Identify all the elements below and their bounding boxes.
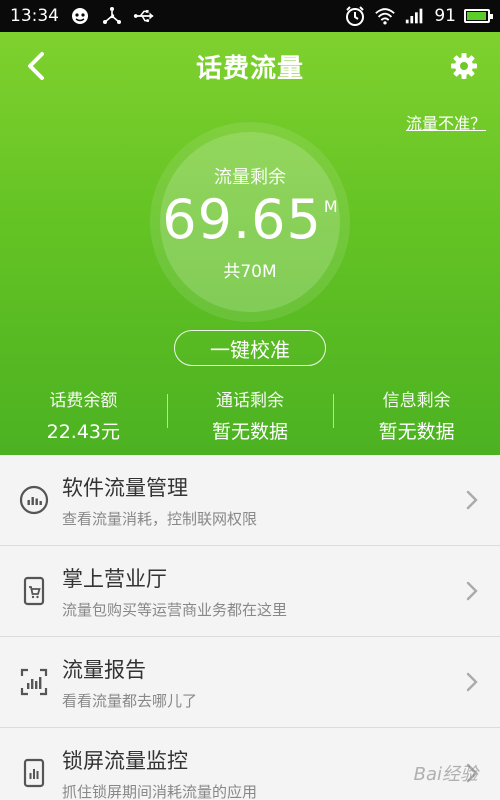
list-item-subtitle: 抓住锁屏期间消耗流量的应用 [62, 782, 258, 800]
watermark: Bai经验 [413, 764, 478, 785]
list-item-traffic-report[interactable]: 流量报告 看看流量都去哪儿了 [0, 637, 500, 728]
total-traffic: 共70M [223, 261, 277, 282]
list-item-mobile-store[interactable]: 掌上营业厅 流量包购买等运营商业务都在这里 [0, 546, 500, 637]
list-item-title: 锁屏流量监控 [62, 748, 188, 773]
stat-value: 暂无数据 [378, 421, 455, 443]
battery-icon [464, 9, 493, 23]
gear-icon [451, 53, 477, 79]
stat-label: 信息剩余 [382, 391, 451, 411]
chevron-left-icon [28, 52, 44, 80]
list-item-title: 流量报告 [62, 657, 146, 682]
list-item-title: 软件流量管理 [62, 475, 188, 500]
chevron-right-icon [462, 581, 482, 601]
alarm-icon [344, 5, 366, 27]
list-item-title: 掌上营业厅 [62, 566, 167, 591]
stat-balance: 话费余额 22.43元 [0, 380, 167, 450]
status-time: 13:34 [10, 6, 59, 26]
list-item-subtitle: 看看流量都去哪儿了 [62, 691, 198, 710]
wifi-icon [374, 5, 396, 27]
chevron-right-icon [462, 490, 482, 510]
chevron-right-icon [462, 672, 482, 692]
gauge-label: 流量剩余 [214, 166, 286, 188]
battery-percent: 91 [434, 6, 456, 26]
stat-value: 暂无数据 [212, 421, 289, 443]
wechat-icon [69, 5, 91, 27]
list-item-subtitle: 流量包购买等运营商业务都在这里 [62, 600, 288, 619]
stat-sms-remaining: 信息剩余 暂无数据 [333, 380, 500, 450]
status-bar: 13:34 91 [0, 0, 500, 32]
stat-label: 话费余额 [49, 391, 118, 411]
back-button[interactable] [18, 48, 54, 84]
stat-value: 22.43元 [46, 421, 121, 443]
report-icon [18, 666, 50, 698]
lockscreen-monitor-icon [18, 757, 50, 789]
page-title: 话费流量 [195, 53, 304, 84]
list-item-app-traffic[interactable]: 软件流量管理 查看流量消耗，控制联网权限 [0, 455, 500, 546]
stats-row: 话费余额 22.43元 通话剩余 暂无数据 信息剩余 暂无数据 [0, 380, 500, 450]
traffic-header: 话费流量 流量不准？ 流量剩余 69.65 M 共70M 一键校准 话费余额 2… [0, 32, 500, 455]
usb-share-icon [101, 5, 123, 27]
stat-call-remaining: 通话剩余 暂无数据 [166, 380, 334, 450]
stat-label: 通话剩余 [216, 391, 284, 411]
traffic-gauge: 流量剩余 69.65 M 共70M [150, 122, 350, 322]
feature-list: 软件流量管理 查看流量消耗，控制联网权限 掌上营业厅 流量包购买等运营商业务都在… [0, 455, 500, 800]
remaining-traffic-unit: M [323, 196, 338, 216]
signal-icon [404, 5, 426, 27]
settings-button[interactable] [446, 48, 482, 84]
nav-bar: 话费流量 [0, 32, 500, 100]
traffic-gauge-inner: 流量剩余 69.65 M 共70M [160, 132, 340, 312]
remaining-traffic-value: 69.65 [162, 187, 322, 251]
list-item-subtitle: 查看流量消耗，控制联网权限 [62, 509, 258, 528]
mobile-store-icon [18, 575, 50, 607]
one-key-calibrate-button[interactable]: 一键校准 [174, 330, 326, 366]
traffic-inaccurate-link[interactable]: 流量不准？ [406, 110, 486, 134]
app-traffic-icon [18, 484, 50, 516]
usb-icon [133, 5, 155, 27]
